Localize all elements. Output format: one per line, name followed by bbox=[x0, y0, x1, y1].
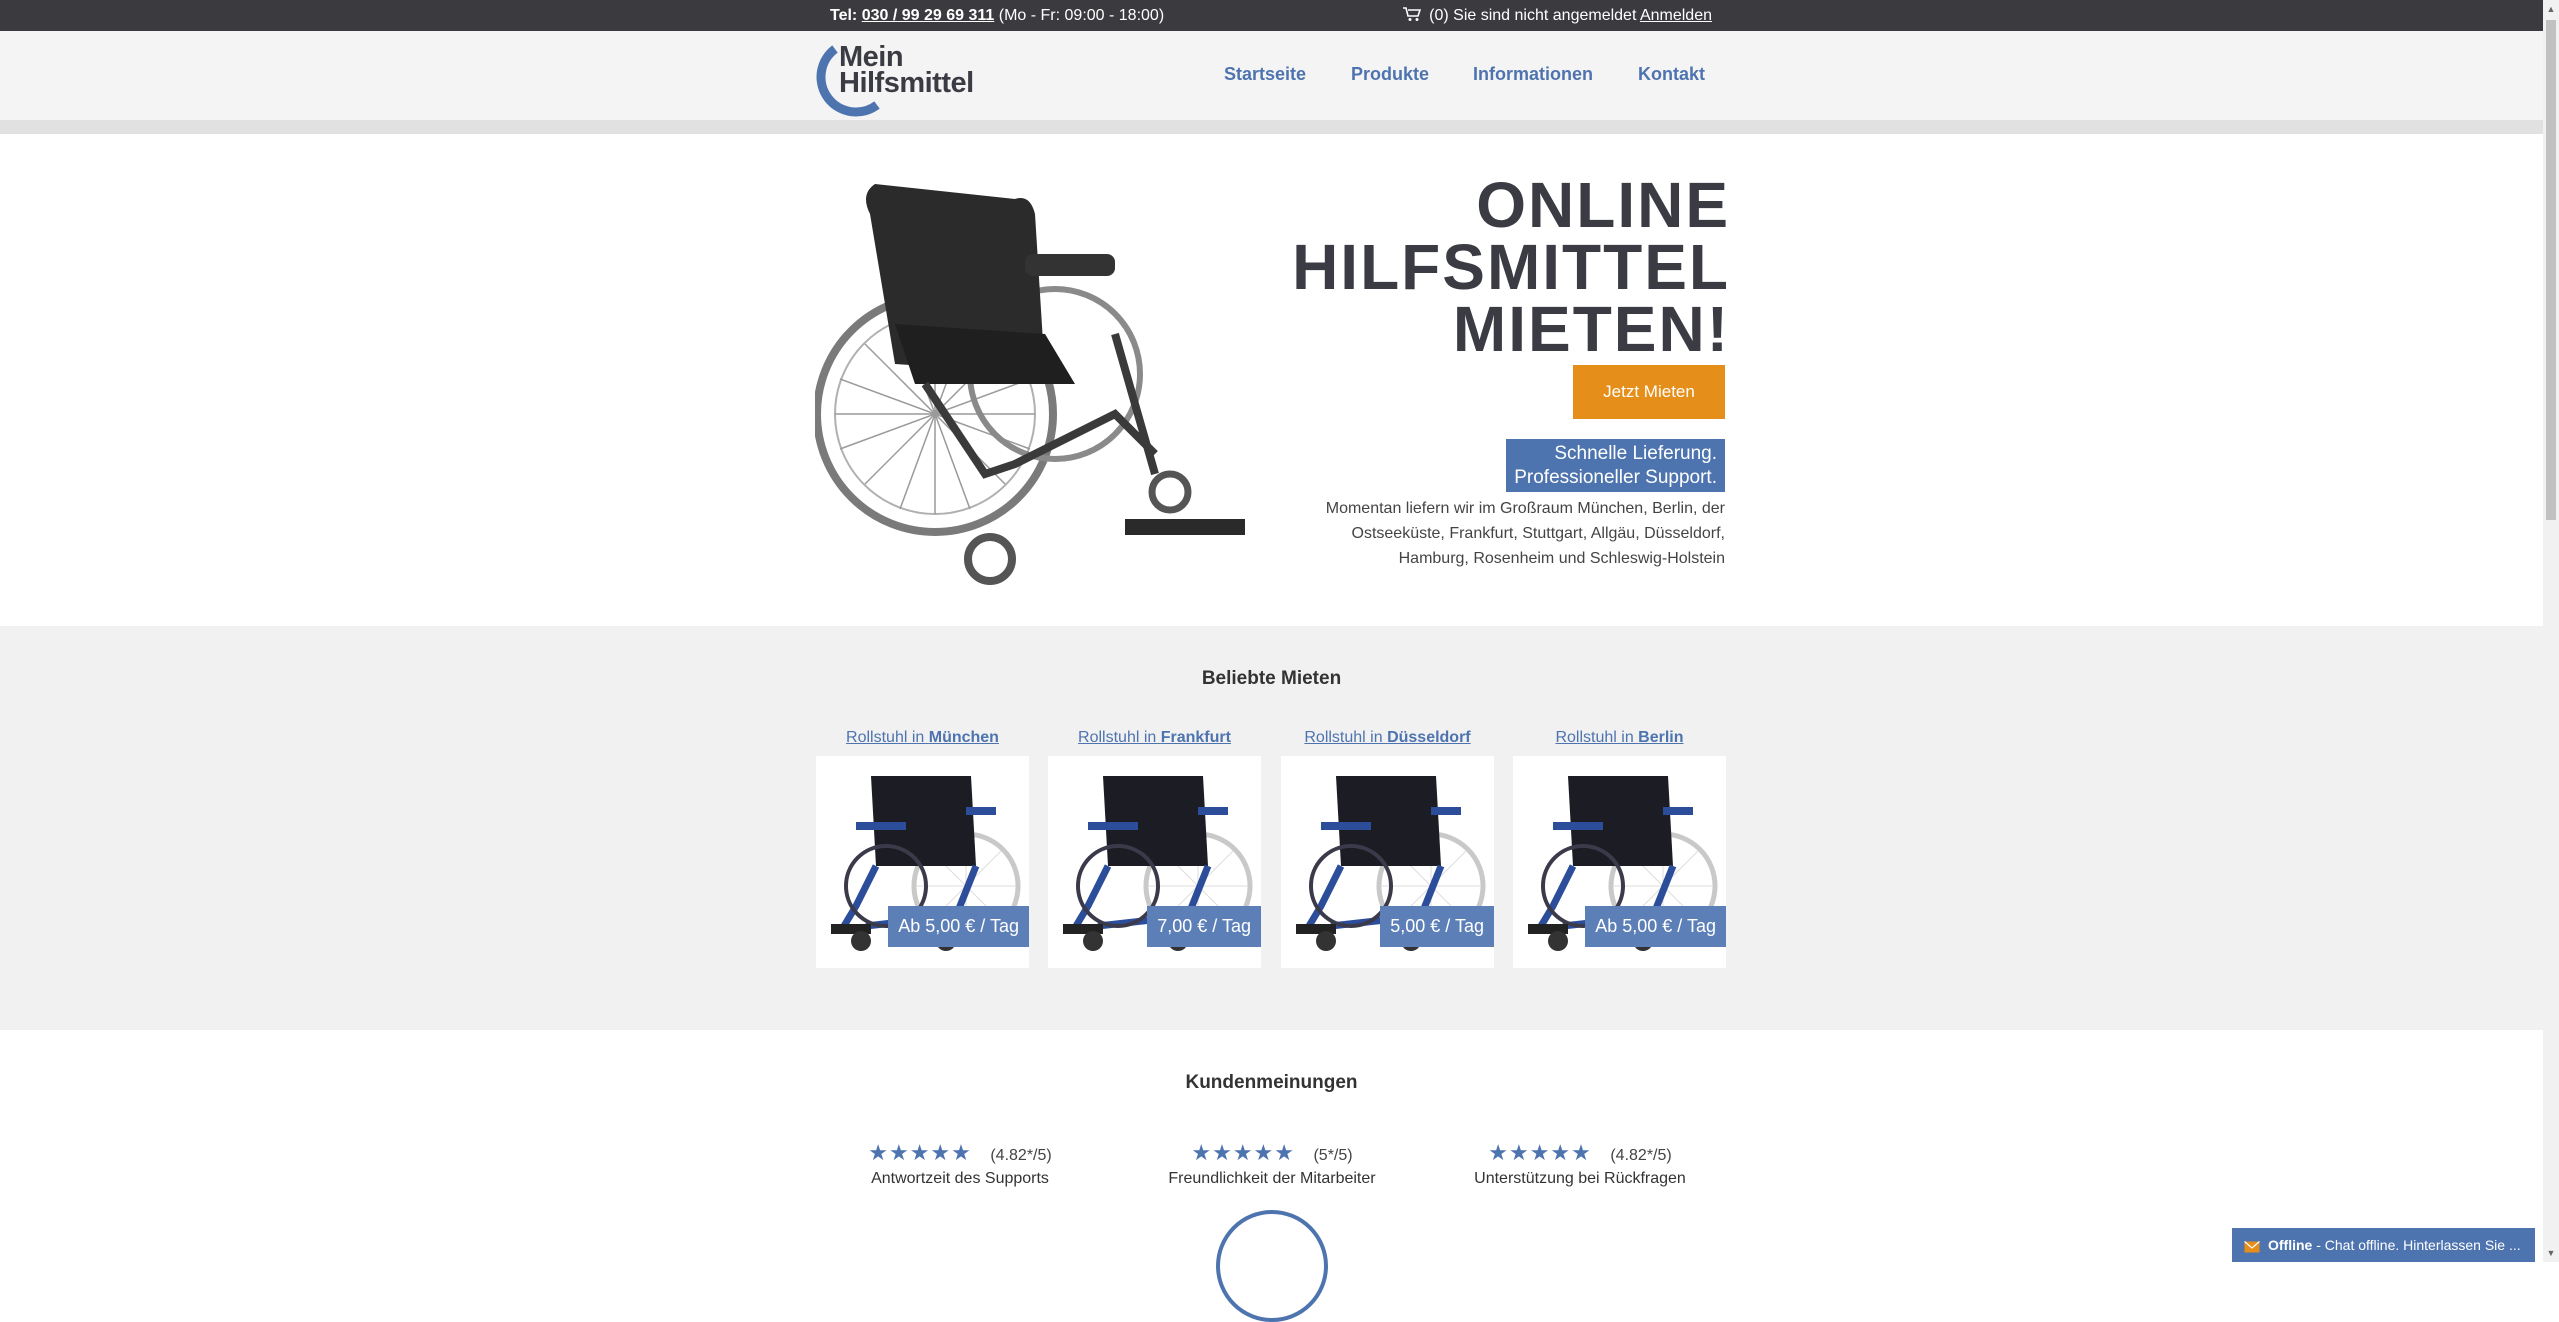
star-rating-icon: ★★★★★ bbox=[1488, 1140, 1592, 1165]
star-rating-icon: ★★★★★ bbox=[868, 1140, 972, 1165]
tagline-line: Professioneller Support. bbox=[1514, 467, 1717, 488]
scrollbar[interactable]: ▲ ▼ bbox=[2543, 0, 2559, 1262]
rating-label: Unterstützung bei Rückfragen bbox=[1474, 1170, 1686, 1187]
rating-score: (4.82*/5) bbox=[1610, 1147, 1672, 1164]
login-link[interactable]: Anmelden bbox=[1640, 7, 1712, 24]
rating-item: ★★★★★ (4.82*/5) Antwortzeit des Supports bbox=[810, 1140, 1110, 1188]
price-badge: 5,00 € / Tag bbox=[1380, 906, 1494, 947]
mail-icon bbox=[2244, 1231, 2260, 1262]
rental-card-link[interactable]: Rollstuhl in Berlin bbox=[1513, 729, 1726, 747]
popular-rentals-section: Beliebte Mieten Rollstuhl in München Ab … bbox=[0, 626, 2543, 1030]
cart-icon[interactable] bbox=[1402, 7, 1421, 27]
popular-title: Beliebte Mieten bbox=[1201, 668, 1342, 689]
product-image[interactable]: 5,00 € / Tag bbox=[1281, 756, 1494, 968]
rental-card[interactable]: Rollstuhl in Berlin Ab 5,00 € / Tag bbox=[1513, 729, 1726, 968]
hero-title-line: MIETEN! bbox=[1452, 293, 1730, 365]
site-header: Mein Hilfsmittel Startseite Produkte Inf… bbox=[0, 31, 2543, 134]
scroll-up-arrow-icon[interactable]: ▲ bbox=[2543, 4, 2559, 14]
hero-section: ONLINE HILFSMITTEL MIETEN! Jetzt Mieten … bbox=[0, 134, 2543, 626]
chat-message: - Chat offline. Hinterlassen Sie ... bbox=[2312, 1237, 2521, 1253]
rental-card[interactable]: Rollstuhl in Frankfurt 7,00 € / Tag bbox=[1048, 729, 1261, 968]
delivery-areas-text: Momentan liefern wir im Großraum München… bbox=[1325, 500, 1725, 567]
top-bar: Tel: 030 / 99 29 69 311 (Mo - Fr: 09:00 … bbox=[0, 0, 2543, 31]
star-rating-icon: ★★★★★ bbox=[1191, 1140, 1296, 1165]
nav-informationen[interactable]: Informationen bbox=[1473, 64, 1593, 85]
scroll-down-arrow-icon[interactable]: ▼ bbox=[2543, 1248, 2559, 1258]
rental-card-link[interactable]: Rollstuhl in Düsseldorf bbox=[1281, 729, 1494, 747]
phone-link[interactable]: 030 / 99 29 69 311 bbox=[862, 7, 995, 24]
rental-card[interactable]: Rollstuhl in Düsseldorf 5,00 € / Tag bbox=[1281, 729, 1494, 968]
logo[interactable]: Mein Hilfsmittel bbox=[815, 39, 990, 117]
wheelchair-image bbox=[813, 174, 1255, 599]
tagline-badge: Schnelle Lieferung. Professioneller Supp… bbox=[1506, 439, 1725, 492]
hero-title-line: ONLINE bbox=[1476, 169, 1730, 241]
account-status: (0) Sie sind nicht angemeldet Anmelden bbox=[1402, 7, 1712, 27]
rating-item: ★★★★★ (4.82*/5) Unterstützung bei Rückfr… bbox=[1430, 1140, 1730, 1188]
cart-status: (0) Sie sind nicht angemeldet bbox=[1429, 7, 1637, 24]
product-image[interactable]: Ab 5,00 € / Tag bbox=[1513, 756, 1726, 968]
office-hours: (Mo - Fr: 09:00 - 18:00) bbox=[998, 7, 1165, 24]
scrollbar-thumb[interactable] bbox=[2546, 20, 2556, 520]
rating-item: ★★★★★ (5*/5) Freundlichkeit der Mitarbei… bbox=[1122, 1140, 1422, 1188]
rating-label: Freundlichkeit der Mitarbeiter bbox=[1168, 1170, 1376, 1187]
price-badge: Ab 5,00 € / Tag bbox=[1585, 906, 1726, 947]
product-image[interactable]: 7,00 € / Tag bbox=[1048, 756, 1261, 968]
hero-title: ONLINE HILFSMITTEL MIETEN! bbox=[1292, 169, 1730, 365]
price-badge: Ab 5,00 € / Tag bbox=[888, 906, 1029, 947]
rental-card[interactable]: Rollstuhl in München Ab 5,00 € / Tag bbox=[816, 729, 1029, 968]
nav-produkte[interactable]: Produkte bbox=[1351, 64, 1429, 85]
nav-kontakt[interactable]: Kontakt bbox=[1638, 64, 1705, 85]
tagline-line: Schnelle Lieferung. bbox=[1554, 443, 1717, 464]
rating-circle bbox=[1216, 1210, 1328, 1322]
logo-line2: Hilfsmittel bbox=[839, 67, 974, 99]
hero-title-line: HILFSMITTEL bbox=[1292, 231, 1730, 303]
chat-status: Offline bbox=[2268, 1237, 2313, 1253]
rental-card-link[interactable]: Rollstuhl in Frankfurt bbox=[1048, 729, 1261, 747]
nav-startseite[interactable]: Startseite bbox=[1224, 64, 1306, 85]
tel-label: Tel: bbox=[830, 7, 858, 24]
rating-label: Antwortzeit des Supports bbox=[871, 1170, 1049, 1187]
rating-score: (5*/5) bbox=[1313, 1147, 1353, 1164]
price-badge: 7,00 € / Tag bbox=[1147, 906, 1261, 947]
reviews-title: Kundenmeinungen bbox=[1185, 1072, 1358, 1093]
rental-card-link[interactable]: Rollstuhl in München bbox=[816, 729, 1029, 747]
rating-score: (4.82*/5) bbox=[990, 1147, 1052, 1164]
contact-info: Tel: 030 / 99 29 69 311 (Mo - Fr: 09:00 … bbox=[830, 7, 1164, 25]
reviews-section: Kundenmeinungen ★★★★★ (4.82*/5) Antwortz… bbox=[0, 1030, 2543, 1322]
rent-now-button[interactable]: Jetzt Mieten bbox=[1573, 365, 1725, 419]
chat-widget[interactable]: Offline - Chat offline. Hinterlassen Sie… bbox=[2232, 1228, 2535, 1262]
product-image[interactable]: Ab 5,00 € / Tag bbox=[816, 756, 1029, 968]
